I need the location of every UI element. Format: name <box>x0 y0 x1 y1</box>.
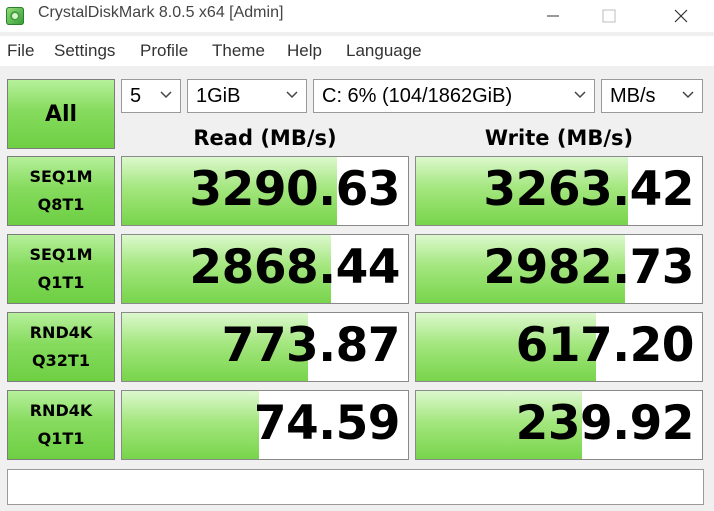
size-value: 1GiB <box>196 85 241 107</box>
close-button[interactable] <box>658 0 704 32</box>
close-icon <box>674 9 688 23</box>
read-result-seq1m-q8t1: 3290.63 <box>121 156 409 226</box>
size-select[interactable]: 1GiB <box>187 79 307 113</box>
maximize-icon <box>602 9 616 23</box>
minimize-icon <box>547 15 559 17</box>
minimize-button[interactable] <box>530 0 576 32</box>
test-queue: Q1T1 <box>37 429 85 448</box>
read-value: 3290.63 <box>189 162 400 217</box>
test-queue: Q32T1 <box>32 351 90 370</box>
test-name: SEQ1M <box>29 167 93 186</box>
comment-field[interactable] <box>7 469 704 505</box>
unit-select[interactable]: MB/s <box>601 79 703 113</box>
count-select[interactable]: 5 <box>121 79 181 113</box>
test-button-seq1m-q1t1[interactable]: SEQ1M Q1T1 <box>7 234 115 304</box>
menu-profile[interactable]: Profile <box>140 41 188 61</box>
read-value: 773.87 <box>221 318 401 373</box>
test-button-rnd4k-q1t1[interactable]: RND4K Q1T1 <box>7 390 115 460</box>
read-result-rnd4k-q32t1: 773.87 <box>121 312 409 382</box>
write-result-rnd4k-q1t1: 239.92 <box>415 390 703 460</box>
maximize-button[interactable] <box>586 0 632 32</box>
all-button-label: All <box>44 101 78 127</box>
test-name: RND4K <box>29 323 93 342</box>
unit-value: MB/s <box>610 85 656 107</box>
menu-file[interactable]: File <box>7 41 34 61</box>
test-button-rnd4k-q32t1[interactable]: RND4K Q32T1 <box>7 312 115 382</box>
chevron-down-icon <box>682 91 694 99</box>
window-title: CrystalDiskMark 8.0.5 x64 [Admin] <box>38 4 284 21</box>
test-button-seq1m-q8t1[interactable]: SEQ1M Q8T1 <box>7 156 115 226</box>
read-value: 74.59 <box>253 396 401 451</box>
write-value: 617.20 <box>515 318 695 373</box>
read-result-seq1m-q1t1: 2868.44 <box>121 234 409 304</box>
write-header: Write (MB/s) <box>484 126 634 150</box>
write-result-seq1m-q8t1: 3263.42 <box>415 156 703 226</box>
read-header: Read (MB/s) <box>193 126 337 150</box>
menu-settings[interactable]: Settings <box>54 41 115 61</box>
menu-bar: File Settings Profile Theme Help Languag… <box>0 36 714 66</box>
title-bar: CrystalDiskMark 8.0.5 x64 [Admin] <box>0 0 714 32</box>
count-value: 5 <box>130 85 142 107</box>
read-bar <box>122 391 260 459</box>
write-value: 3263.42 <box>483 162 694 217</box>
menu-language[interactable]: Language <box>346 41 422 61</box>
read-value: 2868.44 <box>189 240 400 295</box>
menu-help[interactable]: Help <box>287 41 322 61</box>
test-queue: Q8T1 <box>37 195 85 214</box>
menu-theme[interactable]: Theme <box>212 41 265 61</box>
benchmark-panel: All 5 1GiB C: 6% (104/1862GiB) MB/s Read… <box>0 70 714 511</box>
test-queue: Q1T1 <box>37 273 85 292</box>
test-name: RND4K <box>29 401 93 420</box>
write-value: 2982.73 <box>483 240 694 295</box>
crystaldiskmark-app-icon <box>6 7 24 25</box>
all-button[interactable]: All <box>7 79 115 149</box>
read-result-rnd4k-q1t1: 74.59 <box>121 390 409 460</box>
chevron-down-icon <box>574 91 586 99</box>
write-result-rnd4k-q32t1: 617.20 <box>415 312 703 382</box>
chevron-down-icon <box>160 91 172 99</box>
drive-value: C: 6% (104/1862GiB) <box>322 85 513 107</box>
chevron-down-icon <box>286 91 298 99</box>
write-result-seq1m-q1t1: 2982.73 <box>415 234 703 304</box>
write-value: 239.92 <box>515 396 695 451</box>
drive-select[interactable]: C: 6% (104/1862GiB) <box>313 79 595 113</box>
test-name: SEQ1M <box>29 245 93 264</box>
